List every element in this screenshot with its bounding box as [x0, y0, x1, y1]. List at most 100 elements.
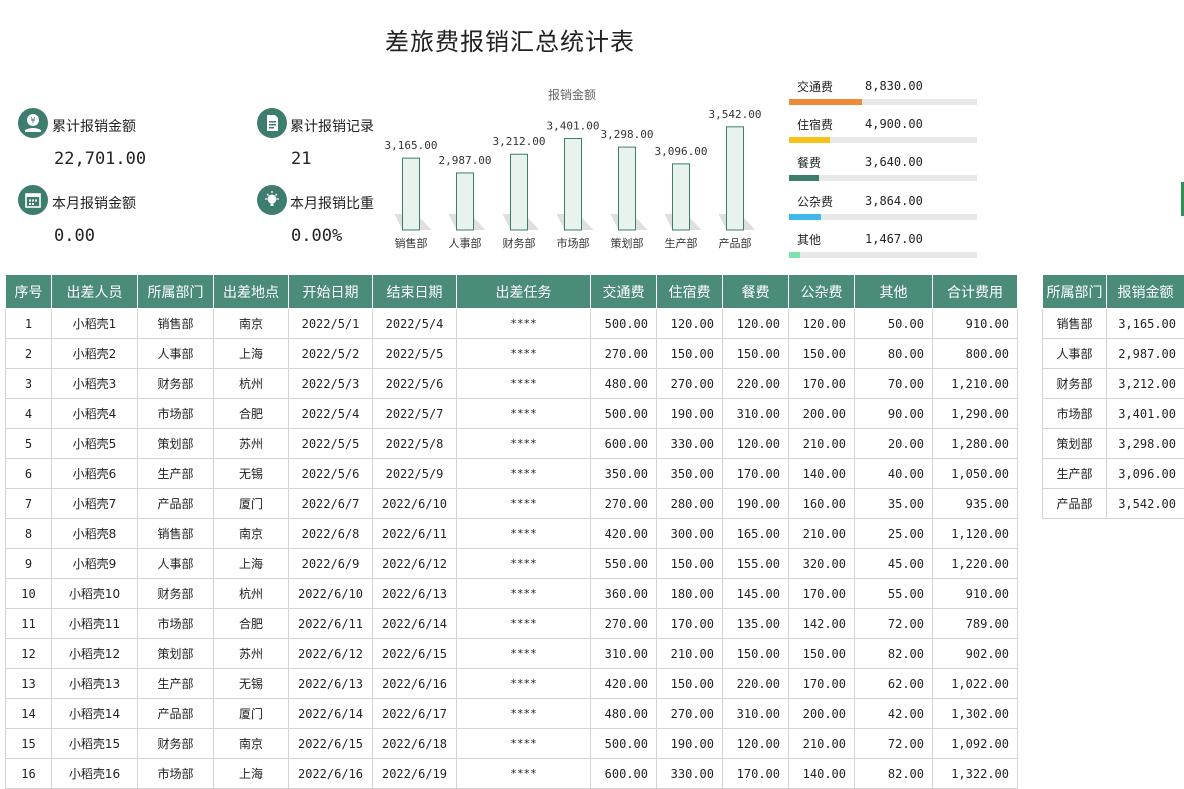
table-cell: 2022/6/11: [289, 609, 373, 639]
table-cell: 165.00: [723, 519, 789, 549]
table-cell: 策划部: [138, 639, 214, 669]
table-cell: 600.00: [591, 429, 657, 459]
table-cell: 150.00: [657, 669, 723, 699]
table-cell: 产品部: [1043, 489, 1107, 519]
table-cell: 150.00: [657, 549, 723, 579]
bar: [565, 139, 582, 230]
table-cell: 6: [6, 459, 52, 489]
table-cell: 小稻壳11: [52, 609, 138, 639]
table-cell: 2,987.00: [1107, 339, 1184, 369]
table-cell: 生产部: [1043, 459, 1107, 489]
table-cell: 1,290.00: [933, 399, 1018, 429]
table-cell: 2022/5/1: [289, 309, 373, 339]
expense-progress-fill: [789, 175, 819, 181]
table-cell: 150.00: [789, 639, 855, 669]
table-cell: 2022/6/15: [289, 729, 373, 759]
bar-value-label: 3,401.00: [547, 120, 600, 133]
table-cell: 330.00: [657, 429, 723, 459]
table-cell: 600.00: [591, 759, 657, 789]
table-row: 5小稻壳5策划部苏州2022/5/52022/5/8****600.00330.…: [6, 429, 1018, 459]
table-cell: 72.00: [855, 609, 933, 639]
table-cell: 人事部: [1043, 339, 1107, 369]
table-cell: 2022/6/14: [373, 609, 457, 639]
table-cell: 市场部: [1043, 399, 1107, 429]
table-row: 8小稻壳8销售部南京2022/6/82022/6/11****420.00300…: [6, 519, 1018, 549]
table-cell: 320.00: [789, 549, 855, 579]
page-title: 差旅费报销汇总统计表: [330, 22, 690, 57]
table-cell: 220.00: [723, 669, 789, 699]
bar: [511, 154, 528, 230]
table-cell: ****: [457, 759, 591, 789]
reimbursement-bar-chart: 报销金额 3,165.00销售部2,987.00人事部3,212.00财务部3,…: [380, 82, 772, 254]
table-cell: 小稻壳4: [52, 399, 138, 429]
table-row: 4小稻壳4市场部合肥2022/5/42022/5/7****500.00190.…: [6, 399, 1018, 429]
table-cell: 2: [6, 339, 52, 369]
table-cell: 310.00: [723, 699, 789, 729]
table-cell: 2022/5/9: [373, 459, 457, 489]
bar: [457, 173, 474, 230]
table-cell: 策划部: [138, 429, 214, 459]
expense-progress-fill: [789, 252, 800, 258]
bar: [403, 158, 420, 230]
table-cell: 2022/6/16: [373, 669, 457, 699]
table-cell: ****: [457, 399, 591, 429]
table-cell: 小稻壳16: [52, 759, 138, 789]
table-cell: 170.00: [657, 609, 723, 639]
table-row: 10小稻壳10财务部杭州2022/6/102022/6/13****360.00…: [6, 579, 1018, 609]
table-cell: 190.00: [657, 729, 723, 759]
table-cell: 上海: [214, 339, 289, 369]
expense-category-label: 其他: [797, 231, 821, 248]
table-cell: 200.00: [789, 399, 855, 429]
table-cell: 550.00: [591, 549, 657, 579]
total-records-value: 21: [291, 149, 311, 169]
expense-category-label: 住宿费: [797, 116, 833, 133]
bar-category-label: 生产部: [665, 236, 698, 250]
table-cell: 2022/6/17: [373, 699, 457, 729]
table-cell: ****: [457, 579, 591, 609]
table-cell: 人事部: [138, 339, 214, 369]
table-cell: 3,401.00: [1107, 399, 1184, 429]
table-cell: 2022/6/10: [289, 579, 373, 609]
table-cell: 无锡: [214, 669, 289, 699]
table-cell: 190.00: [723, 489, 789, 519]
travel-expense-table: 序号出差人员所属部门出差地点开始日期结束日期出差任务交通费住宿费餐费公杂费其他合…: [5, 274, 1018, 789]
table-row: 9小稻壳9人事部上海2022/6/92022/6/12****550.00150…: [6, 549, 1018, 579]
table-row: 策划部3,298.00: [1043, 429, 1184, 459]
table-cell: ****: [457, 549, 591, 579]
expense-progress-fill: [789, 137, 830, 143]
table-cell: 3,096.00: [1107, 459, 1184, 489]
table-cell: 120.00: [789, 309, 855, 339]
table-cell: 小稻壳15: [52, 729, 138, 759]
table-cell: 财务部: [1043, 369, 1107, 399]
table-cell: 20.00: [855, 429, 933, 459]
bar-value-label: 3,096.00: [655, 145, 708, 158]
table-cell: 1,280.00: [933, 429, 1018, 459]
col-header: 合计费用: [933, 275, 1018, 309]
chart-title: 报销金额: [548, 87, 596, 102]
table-cell: 360.00: [591, 579, 657, 609]
table-cell: 2022/5/6: [289, 459, 373, 489]
table-cell: 140.00: [789, 759, 855, 789]
total-amount-value: 22,701.00: [54, 149, 146, 169]
month-amount-value: 0.00: [54, 226, 95, 246]
table-cell: 82.00: [855, 759, 933, 789]
expense-category-value: 3,864.00: [865, 194, 923, 208]
expense-progress-track: [789, 252, 977, 258]
expense-progress-fill: [789, 214, 821, 220]
table-cell: 3,165.00: [1107, 309, 1184, 339]
table-cell: 3,542.00: [1107, 489, 1184, 519]
table-cell: 120.00: [723, 729, 789, 759]
table-cell: 270.00: [657, 369, 723, 399]
table-cell: 3: [6, 369, 52, 399]
table-row: 13小稻壳13生产部无锡2022/6/132022/6/16****420.00…: [6, 669, 1018, 699]
table-row: 6小稻壳6生产部无锡2022/5/62022/5/9****350.00350.…: [6, 459, 1018, 489]
table-cell: 270.00: [591, 339, 657, 369]
table-cell: 145.00: [723, 579, 789, 609]
table-cell: 生产部: [138, 669, 214, 699]
table-cell: 南京: [214, 519, 289, 549]
table-cell: 10: [6, 579, 52, 609]
table-row: 生产部3,096.00: [1043, 459, 1184, 489]
table-cell: 270.00: [591, 609, 657, 639]
table-row: 15小稻壳15财务部南京2022/6/152022/6/18****500.00…: [6, 729, 1018, 759]
expense-category-value: 3,640.00: [865, 155, 923, 169]
